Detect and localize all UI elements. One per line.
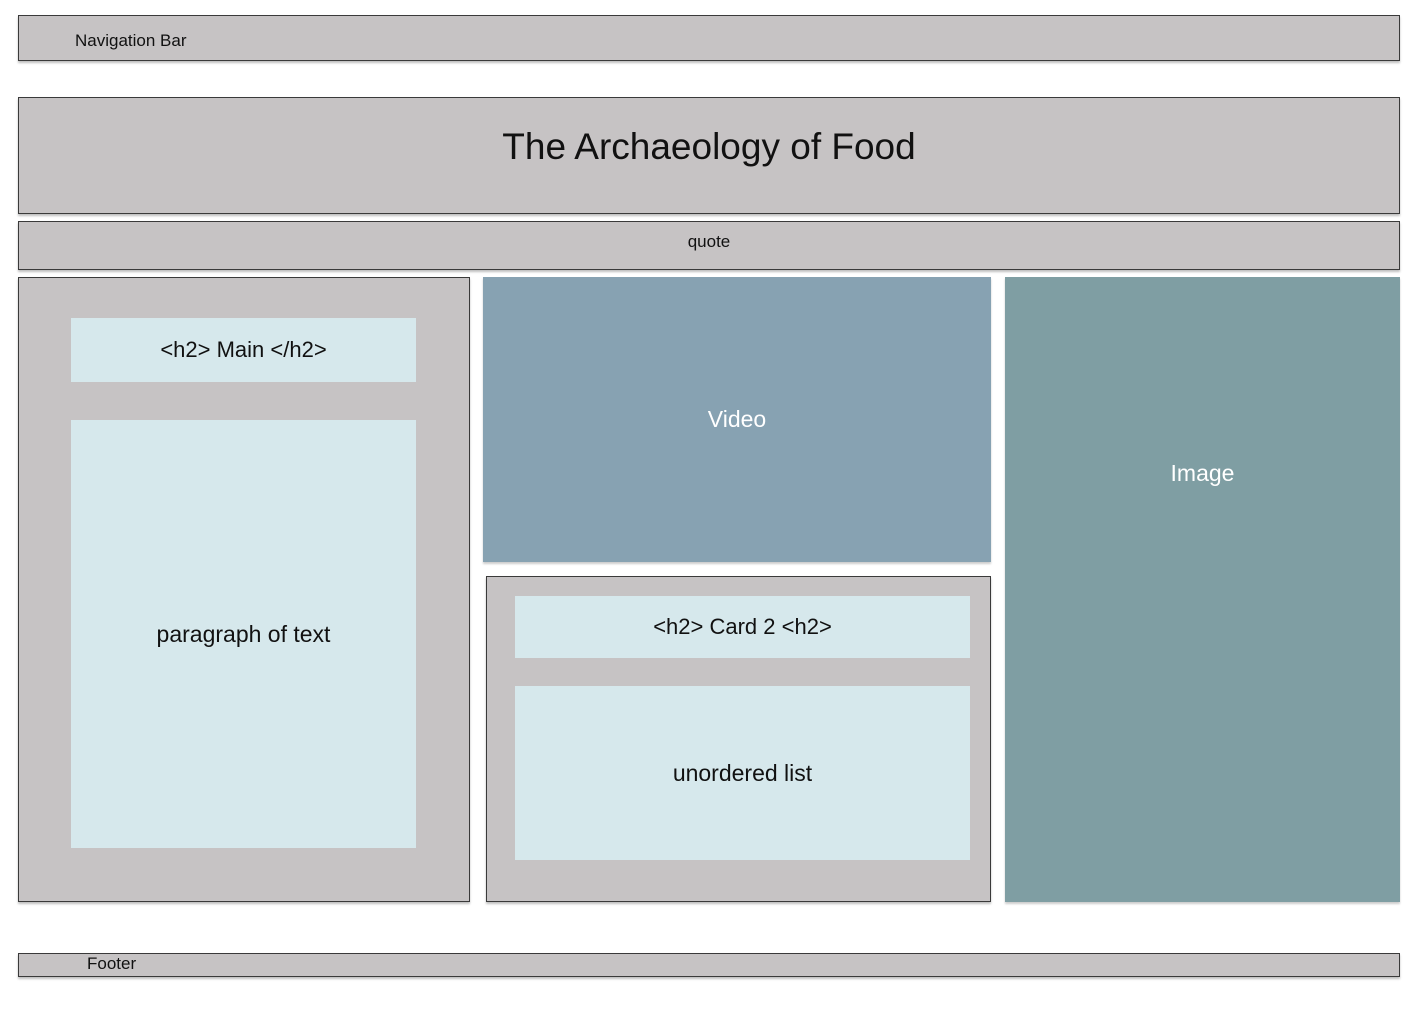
quote-block: quote bbox=[18, 221, 1400, 270]
card-2: <h2> Card 2 <h2> unordered list bbox=[486, 576, 991, 902]
video-placeholder: Video bbox=[483, 277, 991, 562]
card-2-heading-label: <h2> Card 2 <h2> bbox=[653, 614, 832, 639]
navigation-bar: Navigation Bar bbox=[18, 15, 1400, 61]
card-2-list-block: unordered list bbox=[515, 686, 970, 860]
main-heading-block: <h2> Main </h2> bbox=[71, 318, 416, 382]
page-title: The Archaeology of Food bbox=[502, 126, 916, 167]
main-paragraph-label: paragraph of text bbox=[156, 621, 331, 647]
footer-bar: Footer bbox=[18, 953, 1400, 977]
main-section: <h2> Main </h2> paragraph of text bbox=[18, 277, 470, 902]
video-label: Video bbox=[707, 406, 767, 432]
quote-label: quote bbox=[687, 232, 731, 251]
navigation-bar-label: Navigation Bar bbox=[75, 31, 187, 50]
card-2-heading-block: <h2> Card 2 <h2> bbox=[515, 596, 970, 658]
image-placeholder: Image bbox=[1005, 277, 1400, 902]
main-paragraph-block: paragraph of text bbox=[71, 420, 416, 848]
card-2-list-label: unordered list bbox=[672, 759, 813, 786]
header-block: The Archaeology of Food bbox=[18, 97, 1400, 214]
image-label: Image bbox=[1170, 460, 1235, 486]
main-heading-label: <h2> Main </h2> bbox=[160, 337, 327, 362]
footer-label: Footer bbox=[87, 954, 137, 973]
